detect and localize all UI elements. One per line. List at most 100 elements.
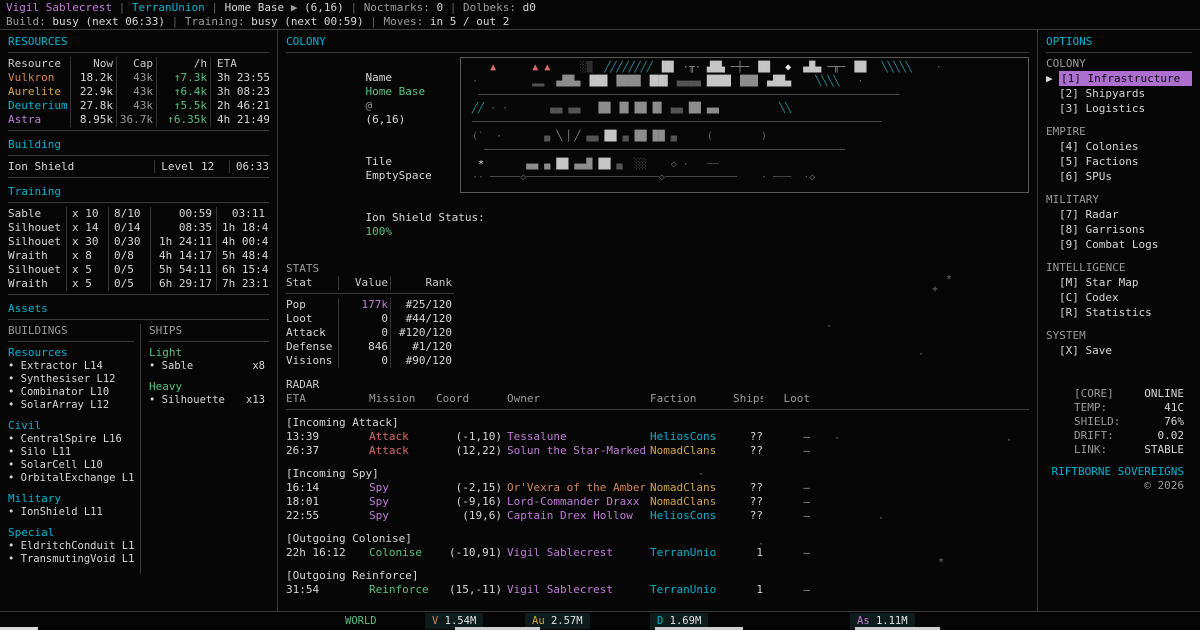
radar-faction: HeliosCons — [650, 430, 728, 444]
menu-item-garrisons[interactable]: [8] Garrisons — [1046, 222, 1192, 237]
menu-item-codex[interactable]: [C] Codex — [1046, 290, 1192, 305]
map-segment — [592, 62, 604, 73]
radar-mission: Spy — [369, 481, 431, 495]
radar-loot: – — [768, 481, 810, 495]
map-segment: ─╥─ — [821, 62, 851, 73]
stat-name: Visions — [286, 354, 338, 368]
radar-body: [Incoming Attack]13:39Attack(-1,10)Tessa… — [286, 416, 1029, 597]
core-status-value: STABLE — [1144, 443, 1184, 457]
core-status-line: LINK: STABLE — [1074, 443, 1184, 457]
map-segment: · — [466, 76, 478, 87]
tile-label: Tile — [365, 155, 392, 168]
radar-row: 13:39Attack(-1,10)TessaluneHeliosCons??– — [286, 430, 1029, 444]
radar-faction: NomadClans — [650, 481, 728, 495]
colony-overview: Name Home Base @ (6,16) Tile EmptySpace … — [286, 57, 1029, 368]
stats-table-header: StatValueRank — [286, 276, 454, 290]
divider — [8, 319, 269, 320]
core-status-line: DRIFT:0.02 — [1074, 429, 1184, 443]
build-level: Level 12 — [154, 160, 214, 173]
colony-map-row: ────────────────────────────────────────… — [466, 89, 1023, 103]
map-segment: ██ — [598, 159, 610, 170]
world-resource-value: 2.57M — [551, 615, 583, 627]
divider — [286, 293, 454, 294]
menu-item-logistics[interactable]: [3] Logistics — [1046, 101, 1192, 116]
copyright: © 2026 — [1144, 479, 1184, 493]
core-status-label: LINK: — [1074, 443, 1107, 457]
core-status-value: 41C — [1164, 401, 1184, 415]
resource-rate: ↑7.3k — [156, 71, 210, 85]
radar-group-label: [Incoming Spy] — [286, 467, 1029, 481]
stats-title: STATS — [286, 262, 454, 276]
noctmarks-label: Noctmarks: — [364, 1, 430, 14]
ship-item: • Silhouettex13 — [149, 394, 269, 407]
map-segment: ▐██▌ — [737, 76, 767, 87]
radar-col-header: Ships — [733, 392, 763, 406]
ships-column: SHIPS Light• Sablex8Heavy• Silhouettex13 — [141, 324, 269, 574]
shield-status-line: Ion Shield Status: 100% — [286, 197, 454, 253]
divider — [8, 294, 269, 295]
radar-eta: 13:39 — [286, 430, 364, 444]
training-qty: x 5 — [66, 263, 108, 277]
training-unit-name: Silhouet — [8, 221, 66, 235]
ship-count: x13 — [246, 394, 265, 407]
radar-ships: 1 — [733, 546, 763, 560]
map-segment — [869, 62, 881, 73]
map-segment: ▄▄▄▄ — [677, 76, 707, 87]
core-status-label: SHIELD: — [1074, 415, 1120, 429]
radar-mission: Colonise — [369, 546, 431, 560]
core-status-label: DRIFT: — [1074, 429, 1114, 443]
world-label: WORLD — [345, 614, 377, 628]
menu-item-statistics[interactable]: [R] Statistics — [1046, 305, 1192, 320]
training-progress: 8/10 — [108, 207, 150, 221]
map-segment: * — [466, 159, 484, 170]
menu-item-save[interactable]: [X] Save — [1046, 343, 1192, 358]
buildings-list: Resources• Extractor L14• Synthesiser L1… — [8, 346, 134, 566]
training-end-eta: 03:11 — [216, 207, 269, 221]
stat-name: Attack — [286, 326, 338, 340]
radar-owner: Vigil Sablecrest — [507, 546, 645, 560]
stats-col-header: Rank — [390, 276, 454, 290]
radar-group: [Outgoing Reinforce]31:54Reinforce(15,-1… — [286, 569, 1029, 597]
training-progress: 0/14 — [108, 221, 150, 235]
colony-map-art: ▲ ▲ ▲ ░▒ ╱╱╱╱╱╱╱╱ ▐█▌ ·╥· ▟█▙ ─┼─ ▐█▌ ◆ … — [466, 61, 1023, 185]
menu-item-colonies[interactable]: [4] Colonies — [1046, 139, 1192, 154]
radar-col-header: Coord — [436, 392, 502, 406]
colony-panel-title: COLONY — [286, 35, 1029, 49]
radar-coord: (12,22) — [436, 444, 502, 458]
menu-item-shipyards[interactable]: [2] Shipyards — [1046, 86, 1192, 101]
resource-cap: 43k — [116, 71, 156, 85]
radar-mission: Spy — [369, 495, 431, 509]
resource-cap: 43k — [116, 99, 156, 113]
resource-row: Aurelite22.9k43k↑6.4k3h 08:23 — [8, 85, 269, 99]
resources-table-header: ResourceNowCap/hETA — [8, 57, 269, 71]
menu-item-star-map[interactable]: [M] Star Map — [1046, 275, 1192, 290]
radar-eta: 18:01 — [286, 495, 364, 509]
resource-cap: 43k — [116, 85, 156, 99]
map-segment: ╲╲╲╲╲ — [882, 62, 912, 73]
building-item: • SolarCell L10 — [8, 459, 134, 472]
menu-item-factions[interactable]: [5] Factions — [1046, 154, 1192, 169]
colony-name-line: Name Home Base @ (6,16) — [286, 57, 454, 141]
menu-item-combat-logs[interactable]: [9] Combat Logs — [1046, 237, 1192, 252]
menu-item-radar[interactable]: [7] Radar — [1046, 207, 1192, 222]
resource-name: Astra — [8, 113, 70, 127]
radar-row: 22h 16:12Colonise(-10,91)Vigil Sablecres… — [286, 546, 1029, 560]
resource-eta: 3h 23:55 — [210, 71, 269, 85]
world-resource-letter: Au — [532, 615, 551, 627]
radar-row: 31:54Reinforce(15,-11)Vigil SablecrestTe… — [286, 583, 1029, 597]
options-panel-title: OPTIONS — [1046, 35, 1192, 49]
map-segment: · — [839, 76, 863, 87]
training-qty: x 8 — [66, 249, 108, 263]
menu-item-spus[interactable]: [6] SPUs — [1046, 169, 1192, 184]
map-segment: ██ ▄▄ — [689, 103, 719, 114]
options-section-label: COLONY — [1046, 57, 1192, 71]
buildings-column-title: BUILDINGS — [8, 324, 134, 338]
ships-column-title: SHIPS — [149, 324, 269, 338]
menu-item-infrastructure[interactable]: ▶[1] Infrastructure — [1046, 71, 1192, 86]
colony-name: Home Base — [365, 85, 425, 98]
build-time: 06:33 — [229, 160, 269, 173]
divider — [1046, 52, 1192, 53]
training-end-eta: 4h 00:47 — [216, 235, 269, 249]
resources-panel: RESOURCES ResourceNowCap/hETAVulkron18.2… — [0, 30, 278, 611]
assets-section-title: Assets — [8, 302, 269, 316]
